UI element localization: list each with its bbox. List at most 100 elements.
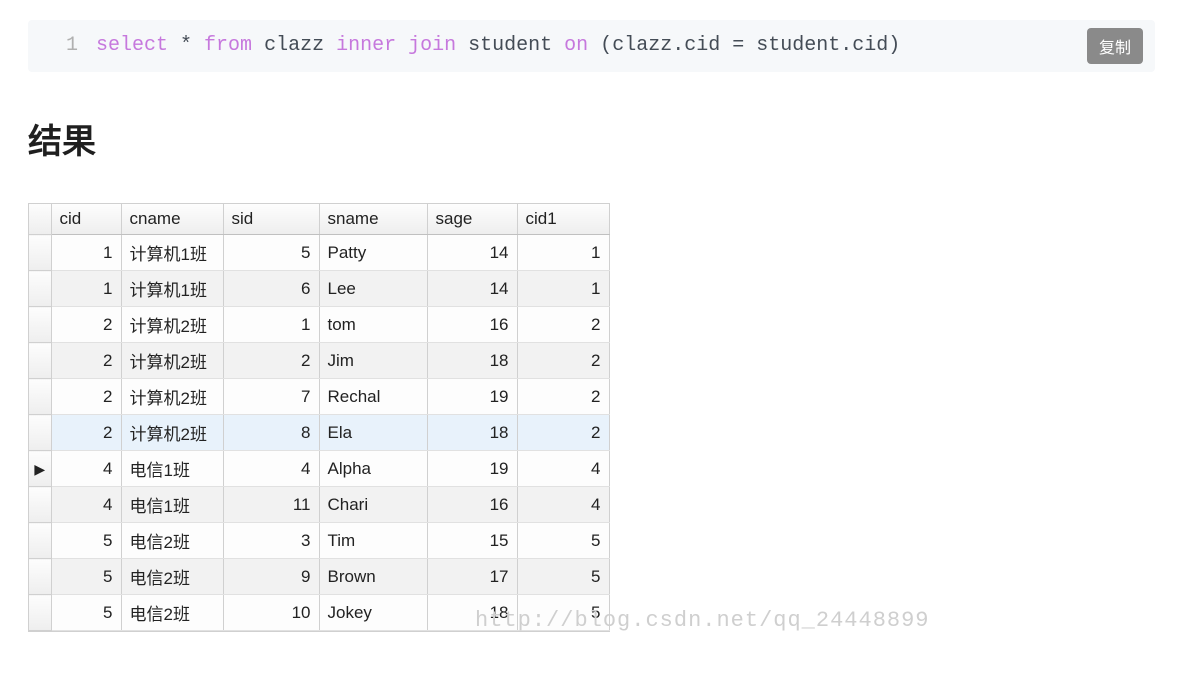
table-row[interactable]: 5电信2班9Brown175 (29, 559, 609, 595)
cell-sid[interactable]: 6 (223, 271, 319, 307)
row-header[interactable] (29, 595, 51, 631)
current-row-indicator-icon: ▶ (34, 461, 45, 477)
table-row[interactable]: 2计算机2班1tom162 (29, 307, 609, 343)
cell-cid1[interactable]: 5 (517, 595, 609, 631)
cell-cid1[interactable]: 4 (517, 487, 609, 523)
cell-cid[interactable]: 4 (51, 451, 121, 487)
cell-cid1[interactable]: 2 (517, 379, 609, 415)
table-row[interactable]: 5电信2班10Jokey185 (29, 595, 609, 631)
cell-cid1[interactable]: 4 (517, 451, 609, 487)
cell-sname[interactable]: Jokey (319, 595, 427, 631)
cell-sname[interactable]: Lee (319, 271, 427, 307)
cell-sid[interactable]: 9 (223, 559, 319, 595)
sql-code-block: 1 select * from clazz inner join student… (28, 20, 1155, 72)
cell-cid[interactable]: 2 (51, 307, 121, 343)
cell-sname[interactable]: Rechal (319, 379, 427, 415)
row-header[interactable] (29, 307, 51, 343)
col-cid1[interactable]: cid1 (517, 204, 609, 235)
copy-button[interactable]: 复制 (1087, 28, 1143, 64)
row-header[interactable] (29, 415, 51, 451)
row-header[interactable] (29, 523, 51, 559)
cell-cid1[interactable]: 2 (517, 343, 609, 379)
table-row[interactable]: 2计算机2班2Jim182 (29, 343, 609, 379)
cell-cid1[interactable]: 5 (517, 523, 609, 559)
cell-cname[interactable]: 计算机2班 (121, 415, 223, 451)
cell-cid[interactable]: 5 (51, 559, 121, 595)
row-header[interactable] (29, 559, 51, 595)
cell-cid[interactable]: 1 (51, 235, 121, 271)
cell-sage[interactable]: 16 (427, 487, 517, 523)
cell-sid[interactable]: 8 (223, 415, 319, 451)
table-row[interactable]: 1计算机1班6Lee141 (29, 271, 609, 307)
cell-sage[interactable]: 16 (427, 307, 517, 343)
cell-sid[interactable]: 1 (223, 307, 319, 343)
cell-sid[interactable]: 3 (223, 523, 319, 559)
corner-cell (29, 204, 51, 235)
cell-cid1[interactable]: 2 (517, 415, 609, 451)
col-cid[interactable]: cid (51, 204, 121, 235)
cell-cid[interactable]: 4 (51, 487, 121, 523)
cell-cid[interactable]: 1 (51, 271, 121, 307)
cell-sid[interactable]: 10 (223, 595, 319, 631)
cell-cname[interactable]: 电信1班 (121, 487, 223, 523)
cell-cname[interactable]: 计算机2班 (121, 307, 223, 343)
table-row[interactable]: 1计算机1班5Patty141 (29, 235, 609, 271)
row-header[interactable] (29, 271, 51, 307)
cell-sage[interactable]: 18 (427, 343, 517, 379)
cell-sname[interactable]: Brown (319, 559, 427, 595)
cell-sname[interactable]: Patty (319, 235, 427, 271)
row-header[interactable] (29, 487, 51, 523)
cell-sid[interactable]: 4 (223, 451, 319, 487)
line-number: 1 (36, 30, 96, 62)
cell-cid1[interactable]: 5 (517, 559, 609, 595)
col-sname[interactable]: sname (319, 204, 427, 235)
cell-cid[interactable]: 5 (51, 595, 121, 631)
cell-sname[interactable]: Alpha (319, 451, 427, 487)
cell-sname[interactable]: Chari (319, 487, 427, 523)
cell-cname[interactable]: 电信1班 (121, 451, 223, 487)
row-header[interactable] (29, 343, 51, 379)
cell-sid[interactable]: 11 (223, 487, 319, 523)
cell-sage[interactable]: 18 (427, 415, 517, 451)
cell-cid[interactable]: 2 (51, 379, 121, 415)
cell-cid1[interactable]: 1 (517, 235, 609, 271)
cell-sage[interactable]: 14 (427, 271, 517, 307)
sql-code[interactable]: select * from clazz inner join student o… (96, 30, 900, 62)
cell-sid[interactable]: 2 (223, 343, 319, 379)
cell-cname[interactable]: 计算机1班 (121, 235, 223, 271)
cell-sname[interactable]: Ela (319, 415, 427, 451)
cell-sage[interactable]: 14 (427, 235, 517, 271)
cell-cname[interactable]: 电信2班 (121, 523, 223, 559)
cell-cid1[interactable]: 2 (517, 307, 609, 343)
table-row[interactable]: 4电信1班11Chari164 (29, 487, 609, 523)
cell-sname[interactable]: Tim (319, 523, 427, 559)
row-header[interactable]: ▶ (29, 451, 51, 487)
cell-sid[interactable]: 5 (223, 235, 319, 271)
cell-cname[interactable]: 电信2班 (121, 595, 223, 631)
row-header[interactable] (29, 235, 51, 271)
cell-cid[interactable]: 2 (51, 415, 121, 451)
cell-cname[interactable]: 计算机1班 (121, 271, 223, 307)
table-row[interactable]: 2计算机2班8Ela182 (29, 415, 609, 451)
cell-sname[interactable]: tom (319, 307, 427, 343)
cell-cid1[interactable]: 1 (517, 271, 609, 307)
cell-cname[interactable]: 计算机2班 (121, 343, 223, 379)
row-header[interactable] (29, 379, 51, 415)
cell-cname[interactable]: 计算机2班 (121, 379, 223, 415)
cell-sage[interactable]: 15 (427, 523, 517, 559)
cell-cname[interactable]: 电信2班 (121, 559, 223, 595)
cell-cid[interactable]: 2 (51, 343, 121, 379)
cell-sname[interactable]: Jim (319, 343, 427, 379)
col-sid[interactable]: sid (223, 204, 319, 235)
cell-sage[interactable]: 19 (427, 451, 517, 487)
table-row[interactable]: ▶4电信1班4Alpha194 (29, 451, 609, 487)
cell-sage[interactable]: 18 (427, 595, 517, 631)
table-row[interactable]: 5电信2班3Tim155 (29, 523, 609, 559)
cell-cid[interactable]: 5 (51, 523, 121, 559)
cell-sid[interactable]: 7 (223, 379, 319, 415)
col-cname[interactable]: cname (121, 204, 223, 235)
table-row[interactable]: 2计算机2班7Rechal192 (29, 379, 609, 415)
cell-sage[interactable]: 17 (427, 559, 517, 595)
col-sage[interactable]: sage (427, 204, 517, 235)
cell-sage[interactable]: 19 (427, 379, 517, 415)
